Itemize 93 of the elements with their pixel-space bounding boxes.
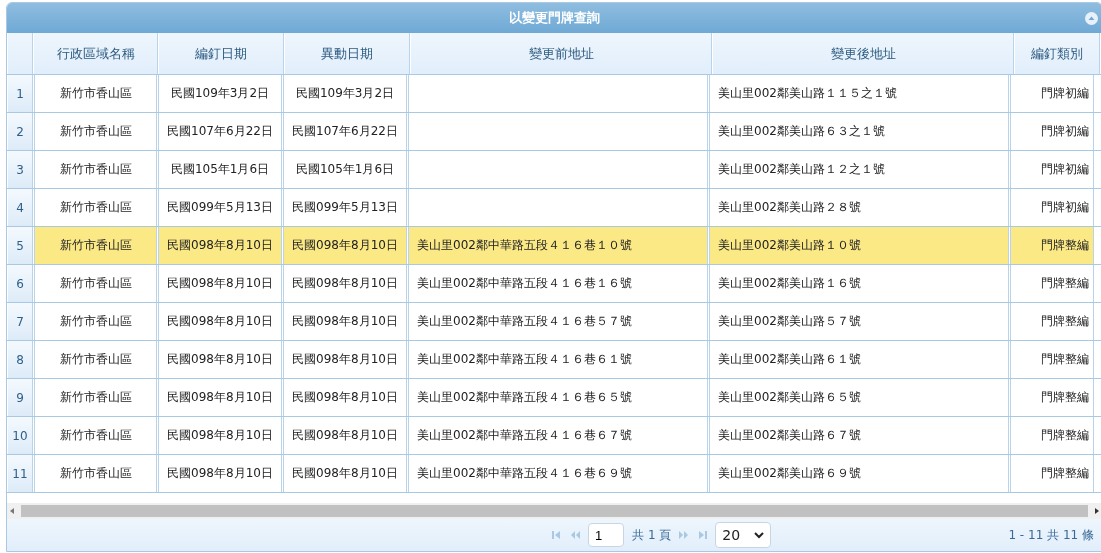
table-cell: 門牌整編 [1010,417,1094,454]
row-number: 6 [8,265,33,302]
table-cell: 美山里002鄰美山路６９號 [709,455,1009,492]
table-cell: 民國099年5月13日 [158,189,282,226]
column-header[interactable]: 行政區域名稱 [34,33,158,74]
table-cell: 民國098年8月10日 [158,455,282,492]
last-page-icon[interactable] [697,531,708,539]
previous-page-icon[interactable] [570,531,581,539]
table-cell: 民國098年8月10日 [158,379,282,416]
table-cell: 民國098年8月10日 [283,417,407,454]
column-header[interactable]: 變更後地址 [713,33,1014,74]
row-number: 2 [8,113,33,150]
table-cell: 美山里002鄰美山路６３之１號 [709,113,1009,150]
table-cell: 民國098年8月10日 [283,265,407,302]
row-number: 5 [8,227,33,264]
row-number: 8 [8,341,33,378]
row-number: 1 [8,75,33,112]
table-cell: 新竹市香山區 [34,113,157,150]
table-cell: 美山里002鄰中華路五段４１６巷６５號 [408,379,708,416]
table-cell: 門牌整編 [1010,227,1094,264]
table-cell: 美山里002鄰美山路１２之１號 [709,151,1009,188]
record-summary: 1 - 11 共 11 條 [1008,526,1094,544]
table-cell: 民國098年8月10日 [158,417,282,454]
table-cell: 民國098年8月10日 [158,265,282,302]
table-cell: 新竹市香山區 [34,75,157,112]
table-cell: 新竹市香山區 [34,455,157,492]
table-cell: 新竹市香山區 [34,227,157,264]
table-cell: 民國098年8月10日 [283,227,407,264]
row-number: 9 [8,379,33,416]
row-number: 7 [8,303,33,340]
table-cell: 民國107年6月22日 [283,113,407,150]
table-cell: 門牌初編 [1010,75,1094,112]
column-header[interactable]: 編釘類別 [1015,33,1100,74]
table-cell: 美山里002鄰中華路五段４１６巷６１號 [408,341,708,378]
table-cell: 美山里002鄰中華路五段４１６巷６９號 [408,455,708,492]
row-number: 11 [8,455,33,492]
table-cell: 門牌整編 [1010,455,1094,492]
table-cell: 民國107年6月22日 [158,113,282,150]
table-cell: 美山里002鄰中華路五段４１６巷５７號 [408,303,708,340]
table-cell: 民國105年1月6日 [283,151,407,188]
table-cell: 新竹市香山區 [34,303,157,340]
table-cell: 美山里002鄰美山路１０號 [709,227,1009,264]
table-cell: 民國098年8月10日 [158,303,282,340]
page-total: 共 1 頁 [632,526,672,544]
table-cell: 民國098年8月10日 [283,379,407,416]
table-cell: 民國105年1月6日 [158,151,282,188]
table-cell: 民國098年8月10日 [283,303,407,340]
table-cell: 民國099年5月13日 [283,189,407,226]
row-number: 10 [8,417,33,454]
table-cell: 美山里002鄰中華路五段４１６巷１０號 [408,227,708,264]
table-cell: 新竹市香山區 [34,265,157,302]
table-cell: 美山里002鄰美山路２８號 [709,189,1009,226]
horizontal-scrollbar[interactable] [7,503,1101,519]
table-cell: 門牌整編 [1010,265,1094,302]
table-cell: 新竹市香山區 [34,417,157,454]
table-cell: 民國098年8月10日 [283,455,407,492]
row-number: 3 [8,151,33,188]
table-cell: 新竹市香山區 [34,151,157,188]
table-cell: 美山里002鄰美山路６１號 [709,341,1009,378]
table-cell: 民國109年3月2日 [158,75,282,112]
scroll-right-icon[interactable] [1092,506,1101,516]
table-cell: 美山里002鄰美山路６５號 [709,379,1009,416]
table-cell: 新竹市香山區 [34,379,157,416]
column-header[interactable]: 變更前地址 [411,33,712,74]
collapse-icon[interactable] [1085,12,1098,25]
table-cell: 民國098年8月10日 [158,227,282,264]
table-cell: 美山里002鄰美山路１１５之１號 [709,75,1009,112]
table-cell: 美山里002鄰中華路五段４１６巷６７號 [408,417,708,454]
table-cell: 門牌整編 [1010,303,1094,340]
table-cell: 新竹市香山區 [34,341,157,378]
column-header[interactable]: 異動日期 [285,33,410,74]
table-cell: 美山里002鄰美山路５７號 [709,303,1009,340]
table-cell: 民國098年8月10日 [158,341,282,378]
header-corner [8,33,33,74]
table-cell: 門牌初編 [1010,151,1094,188]
page-input[interactable]: 1 [588,523,625,547]
table-cell: 門牌初編 [1010,113,1094,150]
page-size-select[interactable]: 20 [715,522,772,548]
table-cell: 門牌整編 [1010,341,1094,378]
table-cell: 民國098年8月10日 [283,341,407,378]
table-cell: 美山里002鄰中華路五段４１６巷１６號 [408,265,708,302]
table-cell: 美山里002鄰美山路６７號 [709,417,1009,454]
table-cell: 美山里002鄰美山路１６號 [709,265,1009,302]
first-page-icon[interactable] [552,531,563,539]
chevron-down-icon [754,531,765,539]
table-cell: 門牌初編 [1010,189,1094,226]
table-cell: 門牌整編 [1010,379,1094,416]
table-cell: 新竹市香山區 [34,189,157,226]
panel-title: 以變更門牌查詢 [509,9,600,27]
table-cell: 民國109年3月2日 [283,75,407,112]
row-number: 4 [8,189,33,226]
next-page-icon[interactable] [679,531,690,539]
column-header[interactable]: 編釘日期 [159,33,284,74]
